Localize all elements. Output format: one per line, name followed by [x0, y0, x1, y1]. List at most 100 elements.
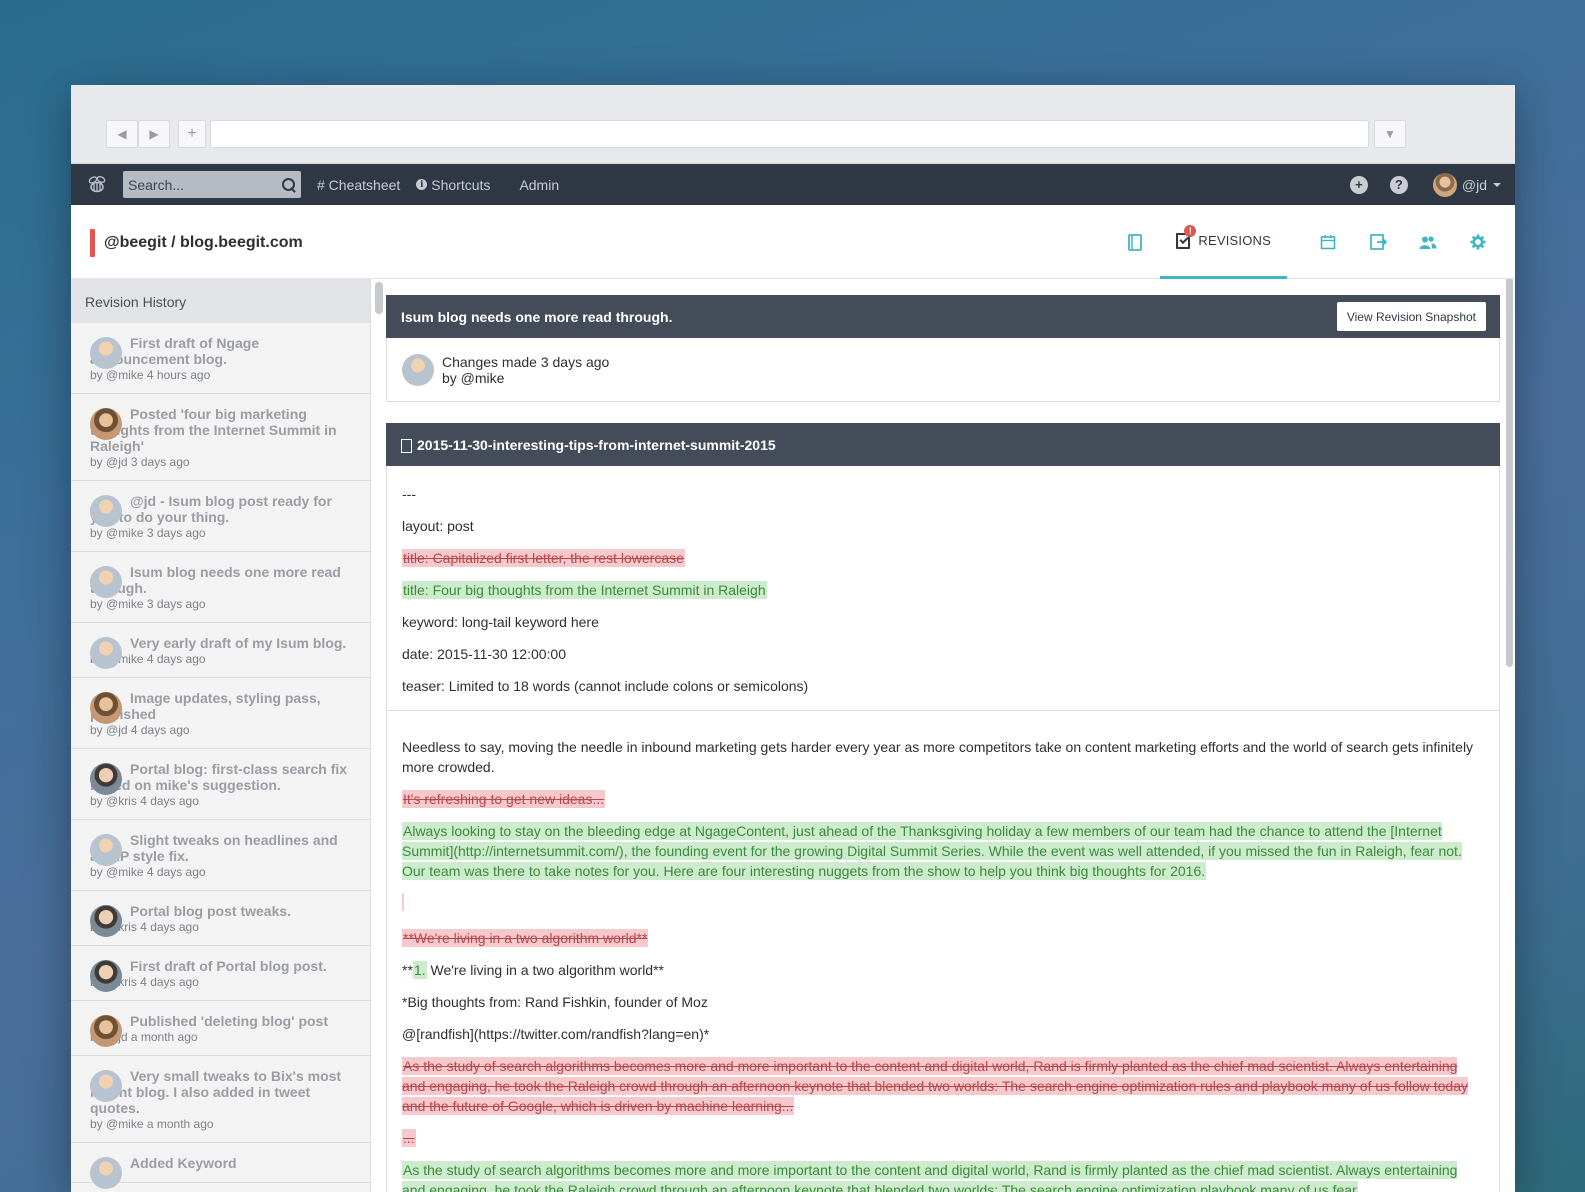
- shortcuts-link[interactable]: i Shortcuts: [416, 177, 490, 193]
- revision-list-item[interactable]: Published 'deleting blog' post by @jd a m…: [71, 1001, 370, 1056]
- revision-item-meta: by @mike 4 days ago: [90, 865, 206, 879]
- revision-item-meta: by @mike 4 hours ago: [90, 368, 211, 382]
- diff-para-intro: Needless to say, moving the needle in in…: [402, 739, 1474, 775]
- revision-list-item[interactable]: Slight tweaks on headlines and an AP sty…: [71, 820, 370, 891]
- revision-item-title: First draft of Ngage announcement blog.: [90, 335, 260, 367]
- tab-export-icon[interactable]: [1369, 234, 1387, 250]
- view-revision-snapshot-button[interactable]: View Revision Snapshot: [1336, 302, 1486, 331]
- forward-button[interactable]: ▶: [138, 120, 170, 148]
- revision-title: Isum blog needs one more read through.: [401, 308, 673, 325]
- diff-line: title: Capitalized first letter, the res…: [402, 548, 1484, 580]
- user-avatar[interactable]: [1432, 172, 1457, 197]
- revision-list-item[interactable]: Portal blog: first-class search fix base…: [71, 749, 370, 820]
- project-header: @beegit / blog.beegit.com ! REVISIONS: [71, 205, 1515, 279]
- project-tabs: ! REVISIONS: [1094, 205, 1487, 279]
- revision-item-title: Very early draft of my Isum blog.: [130, 635, 347, 651]
- main-scrollbar[interactable]: [1506, 279, 1513, 667]
- avatar: [90, 960, 122, 992]
- revision-list-item[interactable]: Image updates, styling pass, published by…: [71, 678, 370, 749]
- avatar: [402, 354, 434, 386]
- navbar-right: + ? @jd: [1328, 164, 1501, 205]
- avatar: [90, 692, 122, 724]
- avatar: [90, 834, 122, 866]
- tab-editor-book-icon[interactable]: [1126, 233, 1144, 251]
- browser-nav: ◀ ▶ +: [106, 120, 206, 148]
- changes-text: Changes made 3 days ago by @mike: [442, 354, 609, 386]
- revision-item-meta: by @kris 4 days ago: [90, 794, 199, 808]
- diff-text: **: [402, 962, 413, 978]
- add-icon[interactable]: +: [1349, 175, 1368, 194]
- info-icon: i: [416, 179, 428, 190]
- diff-addition: 1.: [412, 961, 427, 979]
- browser-menu-button[interactable]: ▼: [1374, 120, 1406, 148]
- diff-view: --- layout: post title: Capitalized first …: [386, 466, 1500, 1192]
- revision-list-item[interactable]: Added Keyword: [71, 1143, 370, 1189]
- revision-list-item[interactable]: First draft of Portal blog post. by @kris…: [71, 946, 370, 1001]
- diff-line: ---: [402, 484, 1484, 516]
- project-accent-bar: [90, 229, 95, 257]
- diff-line: *Big thoughts from: Rand Fishkin, founde…: [402, 994, 708, 1010]
- tab-collaborators-icon[interactable]: [1419, 235, 1437, 250]
- diff-empty-deletion: [402, 893, 404, 911]
- chevron-down-icon[interactable]: [1493, 182, 1501, 187]
- revision-item-title: Posted 'four big marketing thoughts from…: [90, 406, 337, 454]
- tab-revisions[interactable]: ! REVISIONS: [1160, 205, 1287, 279]
- revision-item-meta: by @jd a month ago: [90, 1030, 198, 1044]
- new-tab-button[interactable]: +: [178, 120, 206, 148]
- address-bar[interactable]: [210, 120, 1369, 148]
- revision-list-item[interactable]: Portal blog post tweaks. by @kris 4 days …: [71, 891, 370, 946]
- tab-revisions-label: REVISIONS: [1198, 233, 1271, 248]
- diff-text: keyword: long-tail keyword here: [402, 614, 599, 630]
- diff-line: ...: [402, 1128, 1484, 1148]
- diff-line: **1. We're living in a two algorithm wor…: [402, 960, 1484, 980]
- revisions-alert-badge: !: [1184, 225, 1197, 237]
- revision-list-item[interactable]: Very early draft of my Isum blog. by @mik…: [71, 623, 370, 678]
- revision-item-meta: by @mike a month ago: [90, 1117, 214, 1131]
- revision-item-meta: by @kris 4 days ago: [90, 920, 199, 934]
- revision-list-item[interactable]: Posted 'four big marketing thoughts from…: [71, 394, 370, 481]
- tab-calendar-icon[interactable]: [1319, 234, 1337, 250]
- diff-line: layout: post: [402, 516, 1484, 548]
- content-area: Revision History First draft of Ngage an…: [71, 279, 1515, 1192]
- admin-link[interactable]: Admin: [519, 177, 559, 193]
- front-matter-diff: --- layout: post title: Capitalized first …: [402, 484, 1484, 708]
- diff-text: ---: [402, 486, 416, 502]
- diff-line: As the study of search algorithms become…: [402, 1160, 1484, 1192]
- diff-addition: title: Four big thoughts from the Intern…: [402, 581, 767, 599]
- diff-text: layout: post: [402, 518, 474, 534]
- diff-line: keyword: long-tail keyword here: [402, 612, 1484, 644]
- avatar: [90, 637, 122, 669]
- file-header: 2015-11-30-interesting-tips-from-interne…: [386, 423, 1500, 466]
- diff-line: date: 2015-11-30 12:00:00: [402, 644, 1484, 676]
- bee-logo-icon[interactable]: [71, 175, 123, 195]
- search-icon[interactable]: [281, 177, 297, 193]
- diff-line: title: Four big thoughts from the Intern…: [402, 580, 1484, 612]
- revision-list: First draft of Ngage announcement blog. b…: [71, 323, 370, 1189]
- cheatsheet-link[interactable]: # Cheatsheet: [317, 177, 400, 193]
- avatar: [90, 763, 122, 795]
- avatar: [90, 1157, 122, 1189]
- revision-header: Isum blog needs one more read through. V…: [386, 295, 1500, 338]
- project-title[interactable]: @beegit / blog.beegit.com: [104, 234, 303, 252]
- diff-text: teaser: Limited to 18 words (cannot incl…: [402, 678, 809, 694]
- browser-window: ◀ ▶ + ▼ # Cheatsheet i Shortcuts Admin +…: [71, 85, 1515, 1192]
- tab-settings-gear-icon[interactable]: [1469, 234, 1487, 250]
- revision-detail: Isum blog needs one more read through. V…: [371, 279, 1515, 1192]
- revision-item-title: Image updates, styling pass, published: [90, 690, 321, 722]
- avatar: [90, 337, 122, 369]
- revision-list-item[interactable]: Isum blog needs one more read through.by…: [71, 552, 370, 623]
- back-button[interactable]: ◀: [106, 120, 138, 148]
- help-icon[interactable]: ?: [1389, 175, 1408, 194]
- changes-made-text: Changes made 3 days ago: [442, 354, 610, 370]
- sidebar-heading: Revision History: [71, 279, 370, 323]
- diff-line: [402, 893, 1484, 916]
- revision-list-item[interactable]: @jd - Isum blog post ready for you to do…: [71, 481, 370, 552]
- search-box: [123, 171, 301, 198]
- search-input[interactable]: [128, 176, 281, 193]
- user-menu[interactable]: @jd: [1462, 177, 1487, 193]
- diff-deletion: **We're living in a two algorithm world*…: [402, 929, 649, 947]
- browser-chrome: ◀ ▶ + ▼: [71, 85, 1515, 164]
- revision-list-item[interactable]: Very small tweaks to Bix's most recent b…: [71, 1056, 370, 1143]
- revision-list-item[interactable]: First draft of Ngage announcement blog. b…: [71, 323, 370, 394]
- avatar: [90, 566, 122, 598]
